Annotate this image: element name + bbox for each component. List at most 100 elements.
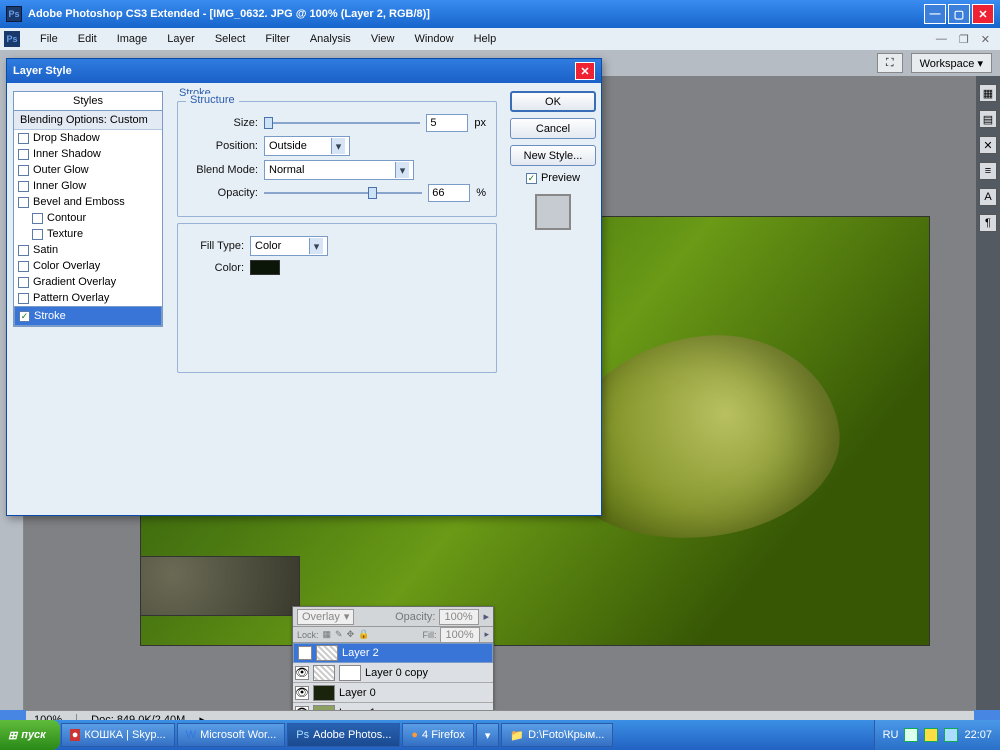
checkbox-icon[interactable] bbox=[32, 213, 43, 224]
menu-window[interactable]: Window bbox=[404, 31, 463, 47]
checkbox-icon[interactable] bbox=[18, 245, 29, 256]
blend-mode-select-stroke[interactable]: Normal▾ bbox=[264, 160, 414, 180]
style-item-outer-glow[interactable]: Outer Glow bbox=[14, 162, 162, 178]
taskbar-item[interactable]: ●КОШКА | Skyp... bbox=[61, 723, 175, 747]
minimize-button[interactable]: — bbox=[924, 4, 946, 24]
checkbox-icon[interactable] bbox=[18, 261, 29, 272]
layer-thumb[interactable] bbox=[313, 685, 335, 701]
menu-analysis[interactable]: Analysis bbox=[300, 31, 361, 47]
menu-filter[interactable]: Filter bbox=[255, 31, 299, 47]
menu-view[interactable]: View bbox=[361, 31, 405, 47]
style-item-satin[interactable]: Satin bbox=[14, 242, 162, 258]
doc-restore-button[interactable]: ❐ bbox=[953, 33, 975, 46]
opacity-input[interactable] bbox=[428, 184, 470, 202]
checkbox-icon[interactable] bbox=[18, 181, 29, 192]
fill-arrow-icon[interactable]: ▸ bbox=[484, 629, 489, 640]
taskbar-item[interactable]: ●4 Firefox bbox=[402, 723, 473, 747]
opacity-slider[interactable] bbox=[264, 186, 422, 200]
lock-trans-icon[interactable]: ▦ bbox=[323, 629, 332, 640]
tray-icon[interactable] bbox=[944, 728, 958, 742]
doc-minimize-button[interactable]: — bbox=[930, 33, 953, 45]
visibility-toggle[interactable]: 👁 bbox=[295, 666, 309, 680]
nav-icon[interactable]: ▦ bbox=[979, 84, 997, 102]
cancel-button[interactable]: Cancel bbox=[510, 118, 596, 139]
doc-close-button[interactable]: ✕ bbox=[975, 33, 996, 46]
clock[interactable]: 22:07 bbox=[964, 729, 992, 741]
layer-name[interactable]: Layer 0 copy bbox=[365, 667, 428, 679]
menu-layer[interactable]: Layer bbox=[157, 31, 205, 47]
style-item-drop-shadow[interactable]: Drop Shadow bbox=[14, 130, 162, 146]
blending-options-row[interactable]: Blending Options: Custom bbox=[14, 111, 162, 130]
layer-opacity-field[interactable]: 100% bbox=[439, 609, 479, 625]
maximize-button[interactable]: ▢ bbox=[948, 4, 970, 24]
swatches-icon[interactable]: ✕ bbox=[979, 136, 997, 154]
layer-name[interactable]: Layer 0 bbox=[339, 687, 376, 699]
size-input[interactable] bbox=[426, 114, 468, 132]
taskbar-item[interactable]: PsAdobe Photos... bbox=[287, 723, 400, 747]
layer-row[interactable]: 👁 Layer 0 copy bbox=[293, 663, 493, 683]
style-item-inner-glow[interactable]: Inner Glow bbox=[14, 178, 162, 194]
mask-thumb[interactable] bbox=[339, 665, 361, 681]
tray-icon[interactable] bbox=[924, 728, 938, 742]
checkbox-icon[interactable] bbox=[18, 197, 29, 208]
styles-icon[interactable]: ≡ bbox=[979, 162, 997, 180]
blend-mode-select[interactable]: Overlay▾ bbox=[297, 609, 354, 625]
style-item-pattern-overlay[interactable]: Pattern Overlay bbox=[14, 290, 162, 306]
layer-row[interactable]: 👁 Layer 2 bbox=[293, 643, 493, 663]
color-swatch[interactable] bbox=[250, 260, 280, 275]
dialog-titlebar[interactable]: Layer Style ✕ bbox=[7, 59, 601, 83]
style-item-bevel-and-emboss[interactable]: Bevel and Emboss bbox=[14, 194, 162, 210]
checkbox-icon[interactable] bbox=[18, 149, 29, 160]
size-unit: px bbox=[474, 117, 486, 129]
lang-indicator[interactable]: RU bbox=[883, 729, 899, 741]
checkbox-icon[interactable] bbox=[18, 293, 29, 304]
visibility-toggle[interactable]: 👁 bbox=[295, 686, 309, 700]
workspace-button[interactable]: Workspace ▾ bbox=[911, 53, 992, 73]
taskbar-item[interactable]: WMicrosoft Wor... bbox=[177, 723, 286, 747]
taskbar-item[interactable]: ▾ bbox=[476, 723, 500, 747]
lock-move-icon[interactable]: ✥ bbox=[347, 629, 355, 640]
style-item-gradient-overlay[interactable]: Gradient Overlay bbox=[14, 274, 162, 290]
preview-checkbox[interactable]: ✓Preview bbox=[526, 172, 580, 184]
style-item-inner-shadow[interactable]: Inner Shadow bbox=[14, 146, 162, 162]
style-item-texture[interactable]: Texture bbox=[14, 226, 162, 242]
screen-mode-button[interactable]: ⛶ bbox=[877, 53, 903, 73]
start-button[interactable]: ⊞пуск bbox=[0, 720, 60, 750]
visibility-toggle[interactable]: 👁 bbox=[298, 646, 312, 660]
layer-thumb[interactable] bbox=[313, 665, 335, 681]
opacity-arrow-icon[interactable]: ▸ bbox=[483, 610, 489, 623]
tray-icon[interactable] bbox=[904, 728, 918, 742]
menu-edit[interactable]: Edit bbox=[68, 31, 107, 47]
taskbar-item[interactable]: 📁D:\Foto\Крым... bbox=[501, 723, 613, 747]
layer-name[interactable]: Layer 2 bbox=[342, 647, 379, 659]
layer-row[interactable]: 👁 Layer 0 bbox=[293, 683, 493, 703]
new-style-button[interactable]: New Style... bbox=[510, 145, 596, 166]
ok-button[interactable]: OK bbox=[510, 91, 596, 112]
menu-select[interactable]: Select bbox=[205, 31, 256, 47]
menu-file[interactable]: File bbox=[30, 31, 68, 47]
styles-header[interactable]: Styles bbox=[14, 92, 162, 111]
layer-fill-field[interactable]: 100% bbox=[440, 627, 480, 643]
menu-image[interactable]: Image bbox=[107, 31, 158, 47]
color-label: Color: bbox=[188, 262, 244, 274]
checkbox-icon[interactable] bbox=[18, 133, 29, 144]
char-icon[interactable]: A bbox=[979, 188, 997, 206]
checkbox-icon[interactable] bbox=[18, 277, 29, 288]
checkbox-icon[interactable]: ✓ bbox=[19, 311, 30, 322]
checkbox-icon[interactable] bbox=[18, 165, 29, 176]
close-button[interactable]: ✕ bbox=[972, 4, 994, 24]
checkbox-icon[interactable] bbox=[32, 229, 43, 240]
position-select[interactable]: Outside▾ bbox=[264, 136, 350, 156]
style-item-stroke[interactable]: ✓Stroke bbox=[14, 306, 162, 326]
dialog-close-button[interactable]: ✕ bbox=[575, 62, 595, 80]
histogram-icon[interactable]: ▤ bbox=[979, 110, 997, 128]
style-item-color-overlay[interactable]: Color Overlay bbox=[14, 258, 162, 274]
lock-paint-icon[interactable]: ✎ bbox=[335, 629, 343, 640]
lock-all-icon[interactable]: 🔒 bbox=[358, 629, 369, 640]
style-item-contour[interactable]: Contour bbox=[14, 210, 162, 226]
para-icon[interactable]: ¶ bbox=[979, 214, 997, 232]
size-slider[interactable] bbox=[264, 116, 420, 130]
layer-thumb[interactable] bbox=[316, 645, 338, 661]
fill-type-select[interactable]: Color▾ bbox=[250, 236, 328, 256]
menu-help[interactable]: Help bbox=[464, 31, 507, 47]
